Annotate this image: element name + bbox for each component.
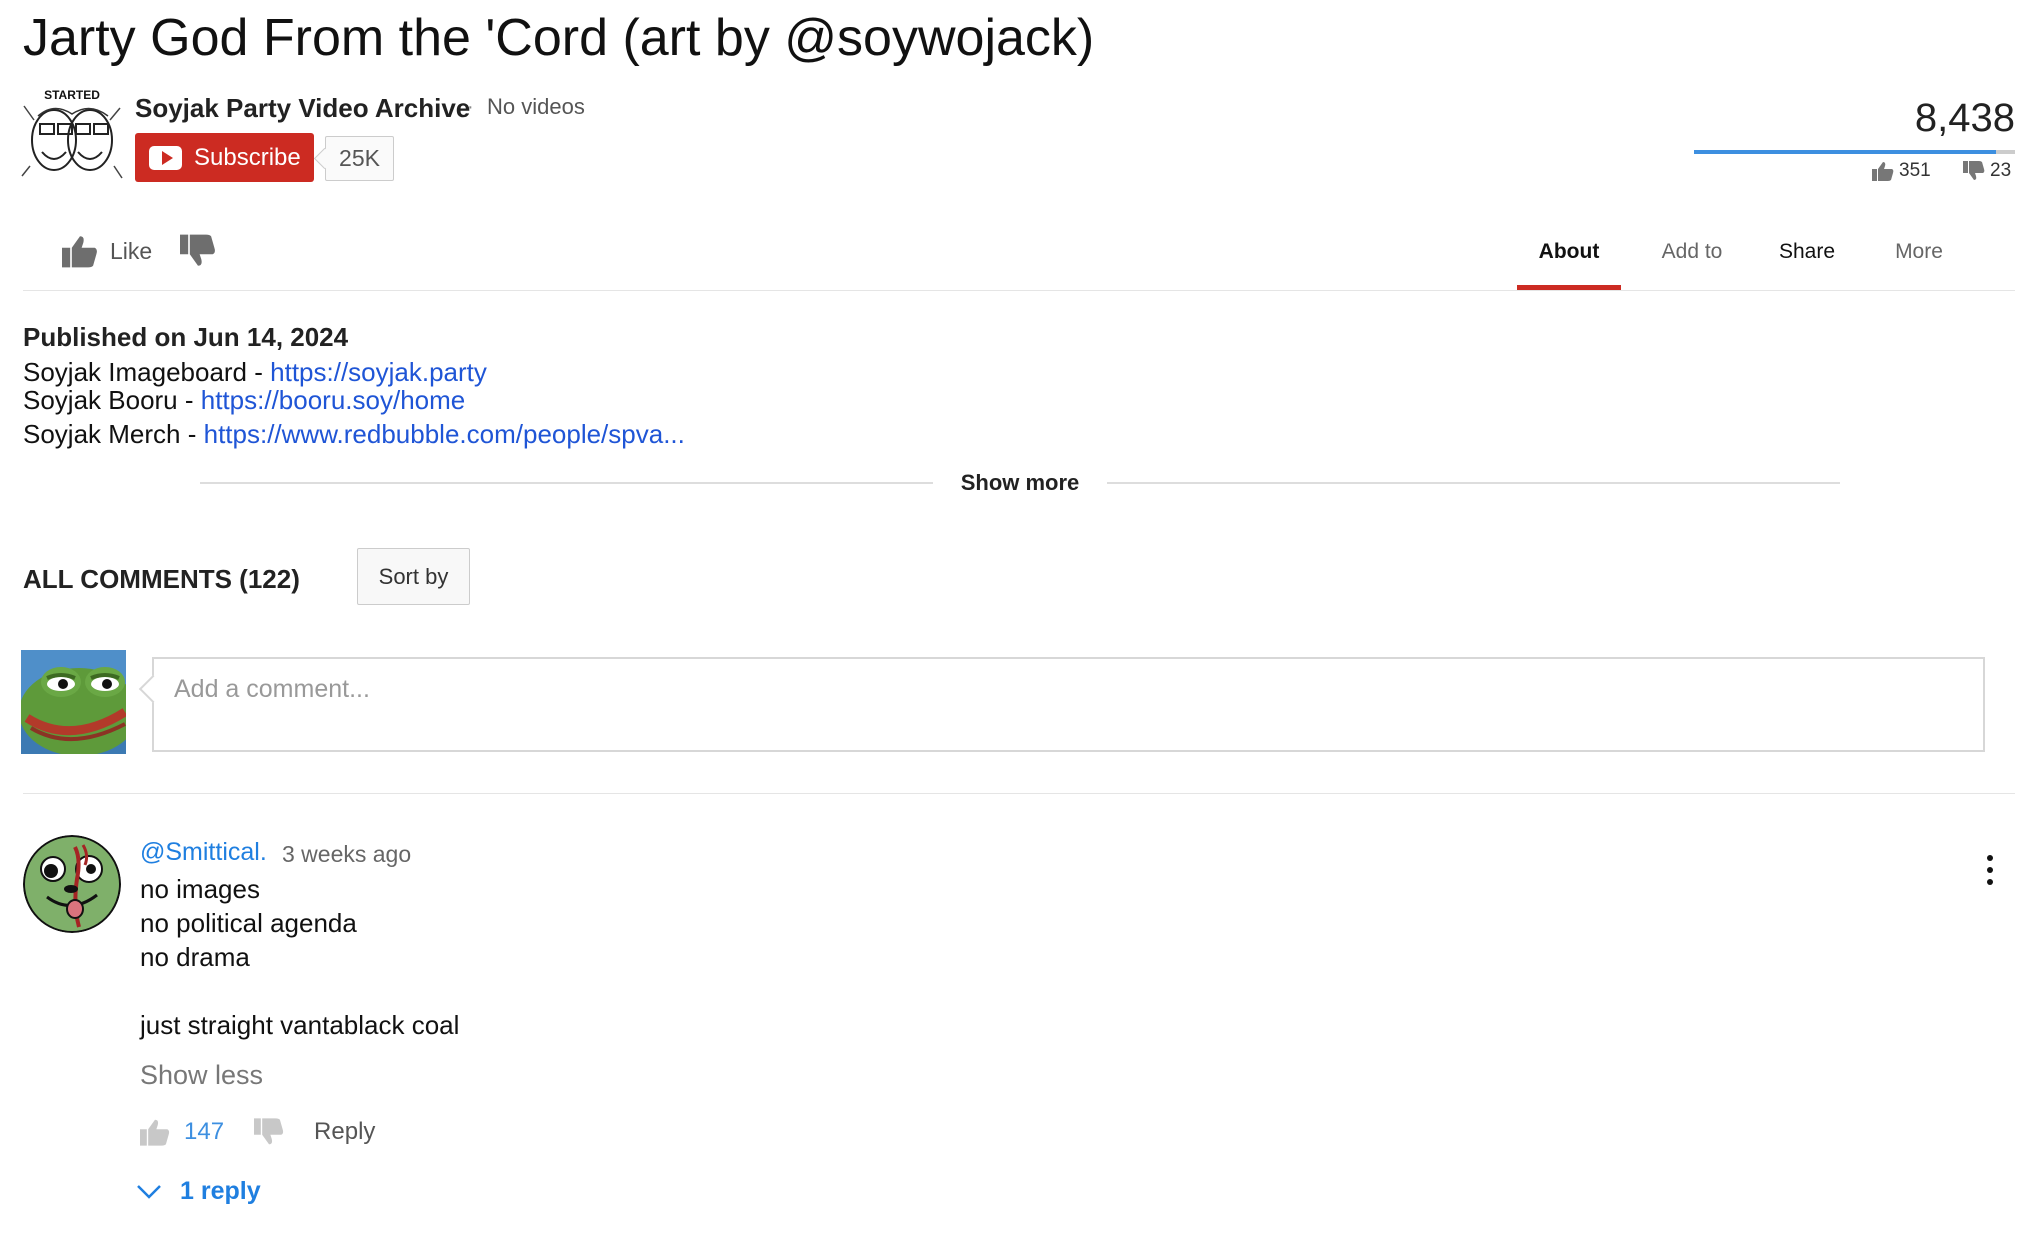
dislike-stat: 23 [1963,160,2011,182]
divider-line [200,482,933,484]
like-button-icon[interactable] [62,234,98,268]
comment-text-line: no images [140,874,260,904]
tab-about[interactable]: About [1517,226,1621,290]
tabs-divider [23,290,2015,291]
comment-input[interactable]: Add a comment... [152,657,1985,752]
comment-text-line: just straight vantablack coal [140,1010,460,1040]
description-label: Soyjak Merch - [23,419,204,449]
channel-name[interactable]: Soyjak Party Video Archive [135,93,470,124]
description-link[interactable]: https://booru.soy/home [201,385,465,415]
comments-header: ALL COMMENTS (122) [23,564,300,594]
subscribe-label: Subscribe [194,143,301,171]
show-more-row: Show more [200,470,1841,496]
thumbs-up-icon [1872,162,1894,181]
tab-more[interactable]: More [1869,226,1969,290]
publish-date: Published on Jun 14, 2024 [23,322,349,352]
description-line: Soyjak Imageboard - https://soyjak.party [23,357,487,388]
comment-author[interactable]: @Smittical. [140,838,267,867]
thumbs-down-icon [1963,161,1985,180]
channel-avatar[interactable]: STARTED [20,86,124,186]
comment-like-icon[interactable] [140,1118,170,1146]
video-title: Jarty God From the 'Cord (art by @soywoj… [23,9,1095,67]
user-avatar [19,650,139,756]
description-label: Soyjak Imageboard - [23,357,271,387]
description-line: Soyjak Merch - https://www.redbubble.com… [23,419,685,450]
separator-dot: · [467,96,474,118]
sentiment-bar-fill [1694,150,1996,154]
like-stat: 351 [1872,160,1931,182]
view-count: 8,438 [1914,96,2015,140]
divider-line [1107,482,1841,484]
video-tabs: About Add to Share More [1517,226,1969,290]
comments-divider [23,793,2015,794]
comment-author-avatar[interactable] [23,835,121,933]
description-line: Soyjak Booru - https://booru.soy/home [23,385,465,416]
comment-text-line: no drama [140,942,250,972]
comment-actions: 147 Reply [140,1118,375,1146]
reply-button[interactable]: Reply [314,1118,375,1146]
dislike-count: 23 [1990,160,2012,181]
like-dislike-row: Like [62,234,216,268]
show-less-button[interactable]: Show less [140,1060,263,1091]
channel-video-count: No videos [487,94,585,119]
comment-timestamp[interactable]: 3 weeks ago [282,841,411,868]
dislike-button-icon[interactable] [180,234,216,268]
tab-share[interactable]: Share [1757,226,1857,290]
subscribe-button[interactable]: Subscribe [135,133,314,182]
chevron-down-icon [137,1184,161,1199]
show-more-button[interactable]: Show more [933,470,1108,496]
sentiment-bar [1694,150,2015,154]
sort-button[interactable]: Sort by [357,548,470,605]
comment-text-line: no political agenda [140,908,357,938]
description-link[interactable]: https://soyjak.party [270,357,487,387]
description-label: Soyjak Booru - [23,385,201,415]
like-button[interactable]: Like [110,238,152,265]
like-count: 351 [1899,160,1931,181]
tab-add-to[interactable]: Add to [1639,226,1745,290]
youtube-play-icon [149,145,182,170]
avatar-caption: STARTED [44,88,100,102]
description-link[interactable]: https://www.redbubble.com/people/spva... [204,419,685,449]
comment-menu-icon[interactable] [1983,855,1997,885]
comment-like-count: 147 [184,1118,225,1145]
subscriber-count: 25K [325,136,394,181]
replies-label: 1 reply [180,1177,261,1205]
view-replies-button[interactable]: 1 reply [136,1177,261,1206]
comment-dislike-icon[interactable] [254,1118,284,1146]
